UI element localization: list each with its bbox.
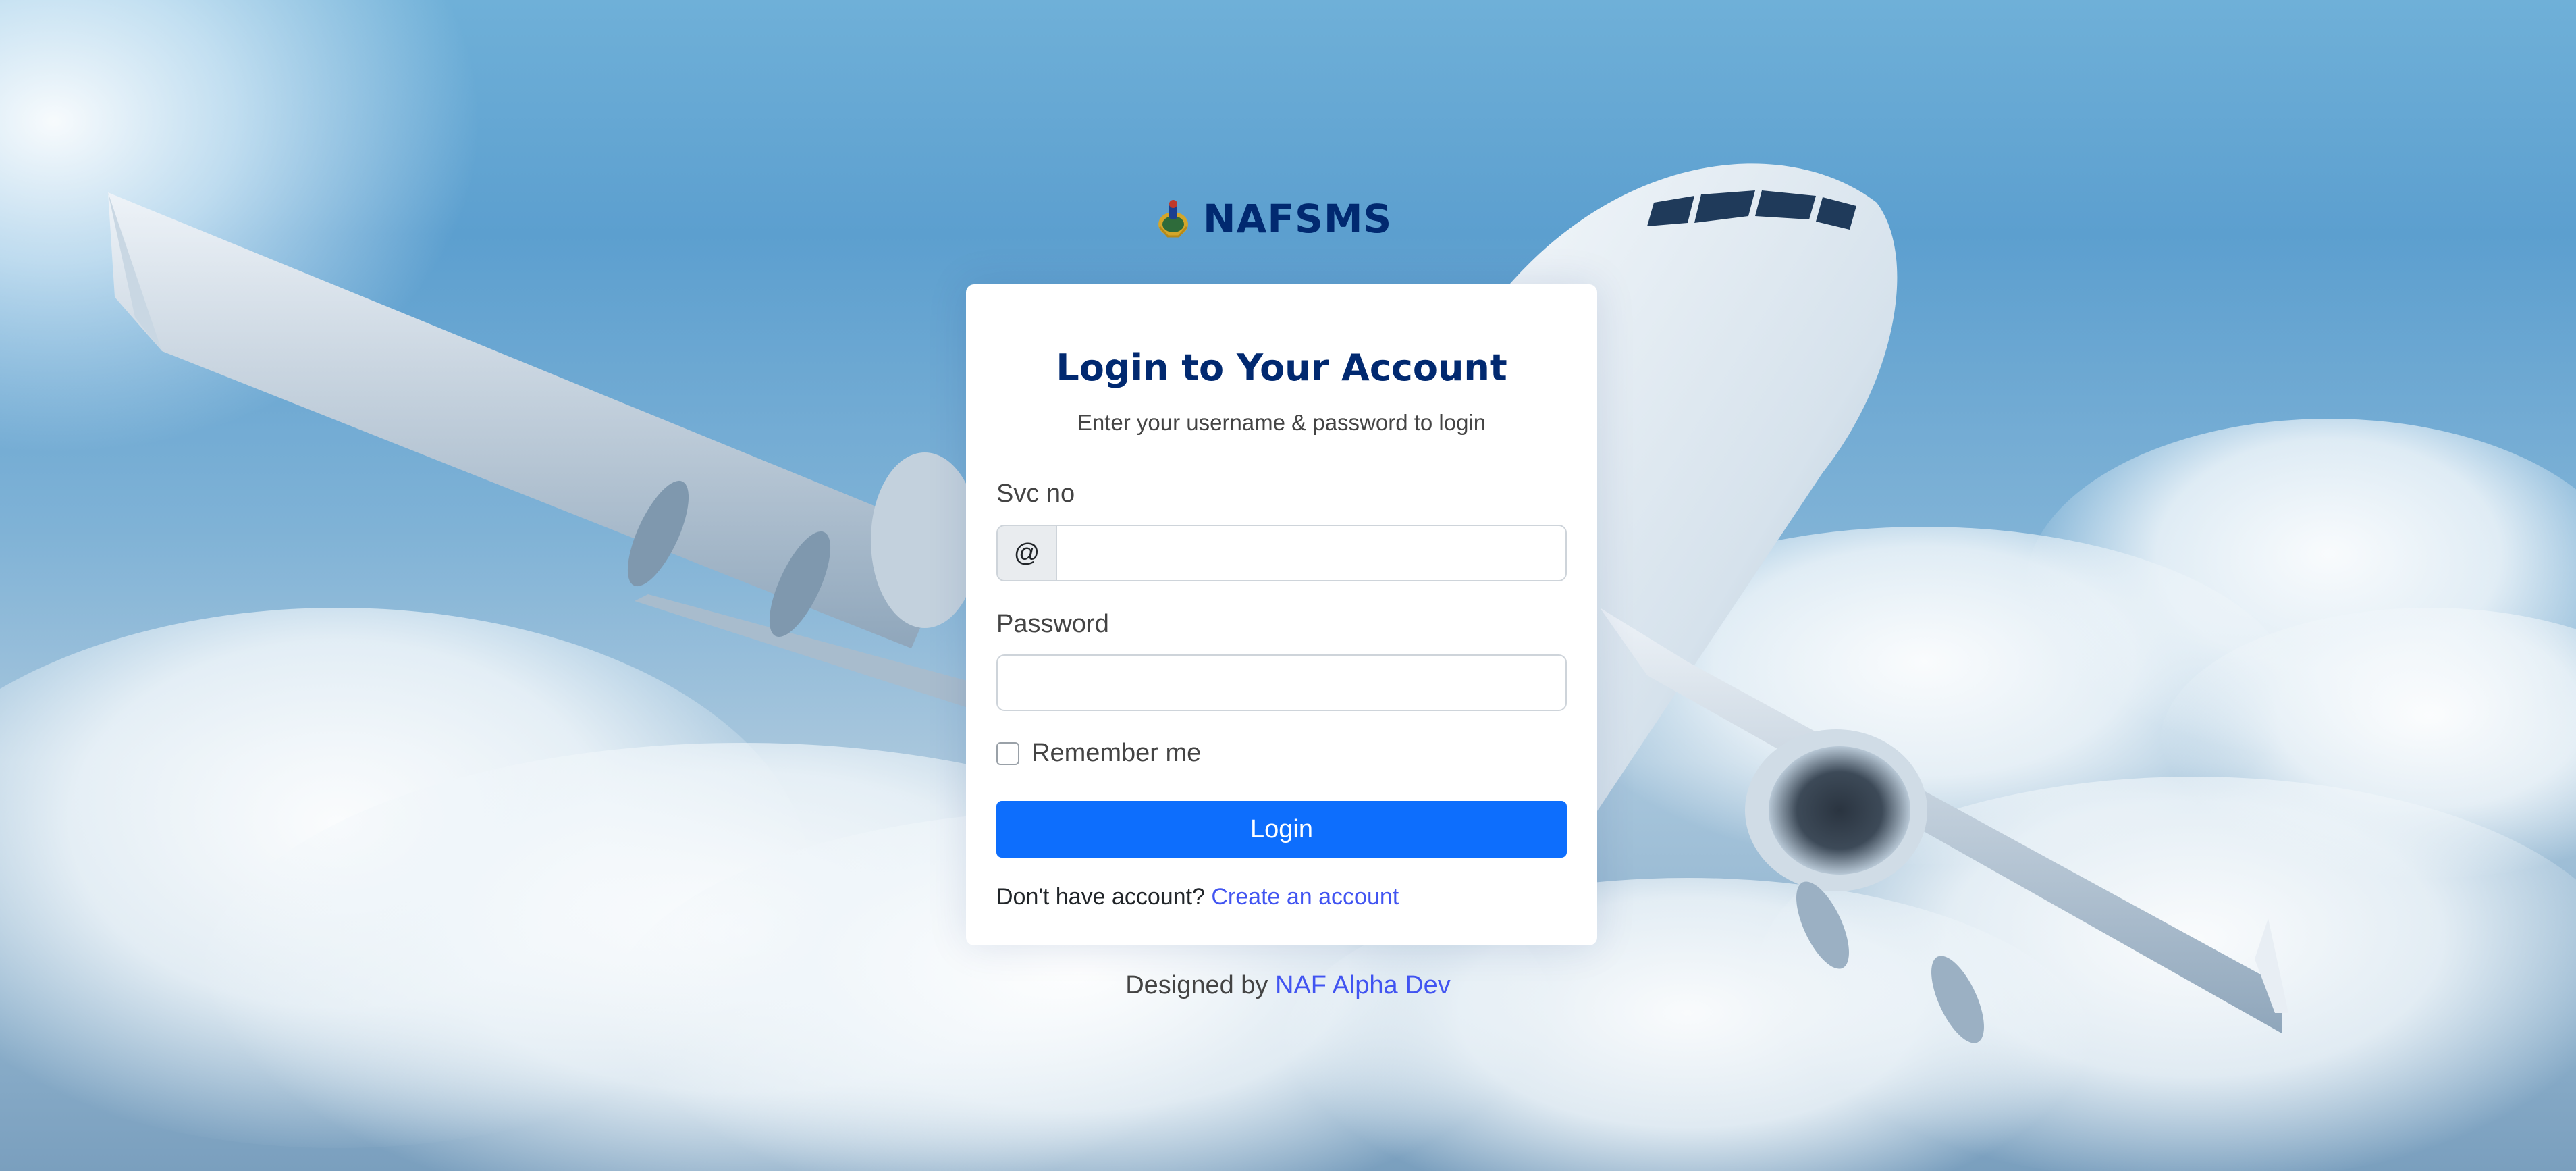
at-prefix-addon: @ [996, 525, 1056, 581]
credits: Designed by NAF Alpha Dev [0, 971, 2576, 1000]
login-page: NAFSMS Login to Your Account Enter your … [0, 0, 2576, 1171]
create-account-link[interactable]: Create an account [1211, 884, 1399, 910]
naf-crest-icon [1158, 200, 1188, 238]
card-subtitle: Enter your username & password to login [1077, 410, 1486, 435]
login-button[interactable]: Login [996, 801, 1567, 858]
signup-prompt: Don't have account? Create an account [996, 884, 1399, 910]
signup-prompt-text: Don't have account? [996, 884, 1205, 910]
remember-me-label[interactable]: Remember me [1031, 739, 1201, 768]
credits-text: Designed by [1125, 971, 1268, 999]
credits-link[interactable]: NAF Alpha Dev [1275, 971, 1451, 999]
remember-me[interactable]: Remember me [996, 739, 1201, 768]
password-input[interactable] [996, 654, 1567, 711]
brand-header[interactable]: NAFSMS [1154, 196, 1392, 242]
card-title: Login to Your Account [1056, 346, 1507, 389]
remember-me-checkbox[interactable] [996, 741, 1019, 765]
svc-no-label: Svc no [996, 479, 1075, 508]
login-card: Login to Your Account Enter your usernam… [966, 284, 1597, 945]
brand-name: NAFSMS [1203, 196, 1393, 242]
svc-no-input[interactable] [1056, 525, 1567, 581]
svc-no-input-group: @ [996, 525, 1567, 581]
password-label: Password [996, 610, 1109, 638]
